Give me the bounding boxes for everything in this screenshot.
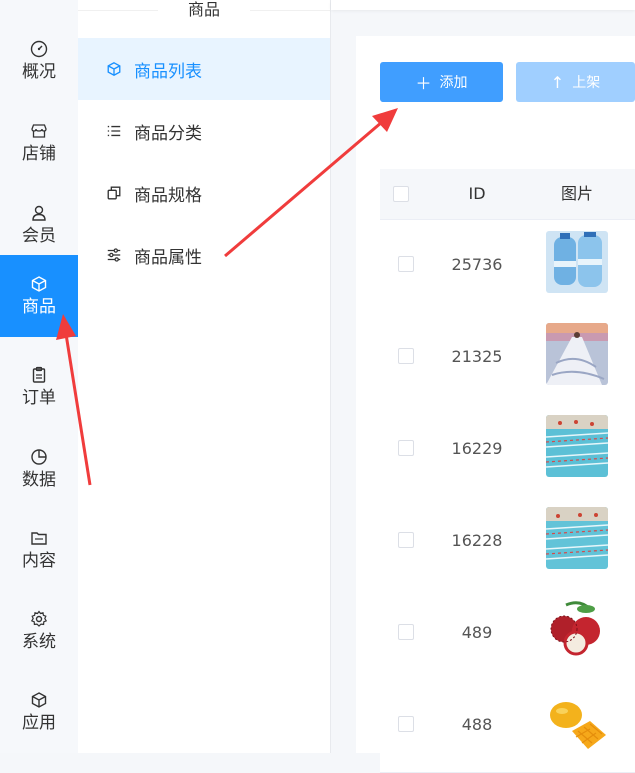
plus-icon: ＋ (415, 74, 432, 93)
submenu-item-label: 商品属性 (134, 247, 202, 268)
product-image-mango[interactable] (546, 691, 608, 753)
copy-icon (107, 186, 121, 200)
nav-item-label: 内容 (22, 551, 56, 571)
folder-icon (31, 532, 47, 545)
shelve-button-label: 上架 (572, 75, 601, 91)
product-list-panel: ＋ 添加 ↑ 上架 ID 图片 25736 21325 16229 16228 … (356, 36, 635, 773)
table-row[interactable]: 21325 (380, 312, 635, 405)
submenu-item-label: 商品列表 (134, 61, 202, 82)
nav-item-label: 系统 (22, 632, 56, 652)
cube-icon (31, 692, 47, 708)
product-image-swimming-pool[interactable] (546, 507, 608, 569)
product-image-swimming-pool[interactable] (546, 415, 608, 477)
nav-item-label: 订单 (22, 388, 56, 408)
top-header-bar (331, 0, 635, 10)
add-button[interactable]: ＋ 添加 (380, 62, 503, 102)
product-image-dress-photo[interactable] (546, 323, 608, 385)
main-nav-rail: 概况 店铺 会员 商品 订单 数据 内容 系统 应用 (0, 0, 78, 753)
nav-item-label: 会员 (22, 226, 56, 246)
row-id: 16228 (451, 531, 503, 550)
row-checkbox[interactable] (398, 716, 414, 732)
product-image-water-bottles[interactable] (546, 231, 608, 293)
arrow-up-icon: ↑ (550, 72, 565, 92)
product-image-lychee[interactable] (546, 599, 608, 661)
nav-item-member[interactable]: 会员 (0, 184, 78, 266)
nav-item-order[interactable]: 订单 (0, 346, 78, 428)
row-checkbox[interactable] (398, 440, 414, 456)
submenu-item-label: 商品分类 (134, 123, 202, 144)
column-header-id: ID (468, 184, 486, 203)
table-row[interactable]: 16229 (380, 404, 635, 497)
row-id: 489 (461, 623, 493, 642)
product-submenu: 商品 商品列表 商品分类 商品规格 商品属性 (78, 0, 331, 753)
clipboard-icon (32, 366, 46, 383)
nav-item-system[interactable]: 系统 (0, 590, 78, 672)
row-id: 16229 (451, 439, 503, 458)
shelve-button[interactable]: ↑ 上架 (516, 62, 635, 102)
nav-item-overview[interactable]: 概况 (0, 20, 78, 102)
submenu-item-label: 商品规格 (134, 185, 202, 206)
table-row[interactable]: 489 (380, 588, 635, 681)
nav-item-label: 店铺 (22, 144, 56, 164)
table-row[interactable]: 25736 (380, 220, 635, 313)
select-all-checkbox[interactable] (393, 186, 409, 202)
gear-icon (30, 610, 48, 627)
nav-item-label: 商品 (22, 297, 56, 317)
add-button-label: 添加 (439, 75, 468, 91)
nav-item-product[interactable]: 商品 (0, 255, 78, 337)
row-id: 488 (461, 715, 493, 734)
column-header-image: 图片 (560, 184, 593, 203)
submenu-title: 商品 (158, 0, 250, 20)
sliders-icon (107, 248, 121, 262)
box-icon (31, 276, 47, 292)
table-header: ID 图片 (380, 169, 635, 220)
table-row[interactable]: 16228 (380, 496, 635, 589)
nav-item-app[interactable]: 应用 (0, 671, 78, 753)
pie-chart-icon (31, 449, 47, 465)
row-id: 21325 (451, 347, 503, 366)
nav-item-label: 应用 (22, 713, 56, 733)
submenu-item-category[interactable]: 商品分类 (78, 100, 330, 162)
user-icon (32, 205, 46, 221)
nav-item-content[interactable]: 内容 (0, 509, 78, 591)
submenu-item-spec[interactable]: 商品规格 (78, 162, 330, 224)
list-icon (107, 125, 121, 137)
nav-item-store[interactable]: 店铺 (0, 102, 78, 184)
row-checkbox[interactable] (398, 256, 414, 272)
submenu-item-attribute[interactable]: 商品属性 (78, 224, 330, 286)
row-checkbox[interactable] (398, 624, 414, 640)
submenu-item-product-list[interactable]: 商品列表 (78, 38, 330, 100)
row-checkbox[interactable] (398, 348, 414, 364)
nav-item-label: 数据 (22, 470, 56, 490)
nav-item-data[interactable]: 数据 (0, 428, 78, 510)
row-id: 25736 (451, 255, 503, 274)
row-checkbox[interactable] (398, 532, 414, 548)
dashboard-icon (30, 40, 48, 58)
table-row[interactable]: 488 (380, 680, 635, 773)
box-icon (107, 62, 121, 76)
nav-item-label: 概况 (22, 62, 56, 82)
store-icon (31, 124, 47, 138)
